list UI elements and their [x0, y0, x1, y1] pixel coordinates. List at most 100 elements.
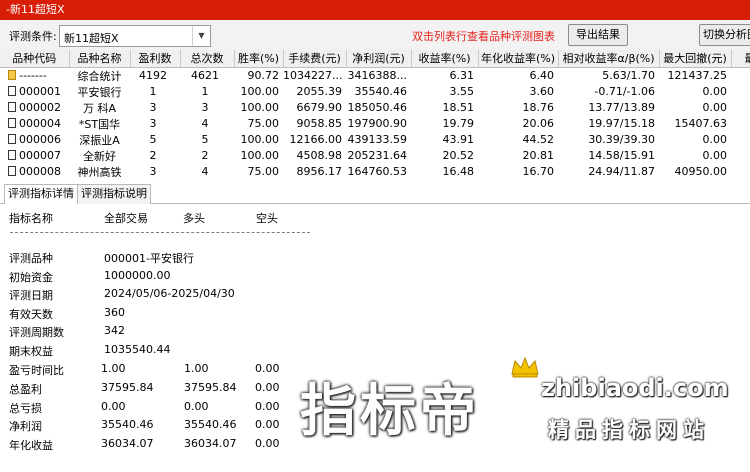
header-long: 多头 [183, 212, 205, 225]
tab-metric-details[interactable]: 评测指标详情 [4, 184, 78, 205]
col-header[interactable]: 最大回撤(元) [659, 50, 732, 68]
table-cell-ret: 3.55 [449, 85, 475, 98]
metric-label: 净利润 [9, 420, 42, 434]
table-cell-total: 3 [201, 101, 209, 114]
table-cell-code: ------- [0, 67, 69, 84]
col-header[interactable]: 净利润(元) [346, 50, 412, 68]
metric-all-value: 0.00 [101, 399, 126, 413]
table-cell-annual: 20.81 [522, 149, 555, 162]
table-cell-win: 2 [149, 149, 157, 162]
table-cell-dd: 0.00 [702, 85, 728, 98]
info-value: 360 [104, 305, 125, 319]
stock-code: 000008 [19, 165, 61, 177]
col-header[interactable]: 相对收益率α/β(%) [558, 50, 660, 68]
table-cell-extra [731, 67, 750, 84]
table-row[interactable]: 000006 深振业A 5 5 100.00 12166.00 439133.59 43.91… [0, 132, 750, 148]
metric-short-value: 0.00 [255, 437, 280, 451]
results-table: 品种代码 品种名称 盈利数 总次数 胜率(%) 手续费(元) 净利润(元) 收益… [0, 50, 750, 177]
table-cell-name: *ST国华 [78, 117, 121, 131]
info-value: 2024/05/06-2025/04/30 [104, 287, 235, 301]
col-header[interactable]: 品种代码 [0, 50, 70, 68]
table-cell-rel: 24.94/11.87 [588, 165, 655, 177]
table-row[interactable]: 000007 全新好 2 2 100.00 4508.98 205231.64 20.52 20… [0, 148, 750, 164]
table-cell-profit: 35540.46 [354, 85, 408, 98]
summary-icon [8, 70, 16, 80]
table-cell-fee: 8956.17 [296, 165, 343, 177]
toolbar: 评测条件: 新11超短X ▼ 双击列表行查看品种评测图表 导出结果 切换分析图 [0, 20, 750, 50]
condition-select[interactable]: 新11超短X ▼ [59, 25, 211, 47]
table-cell-win: 5 [149, 133, 157, 146]
table-cell-rate: 75.00 [247, 165, 280, 177]
table-cell-fee: 9058.85 [296, 117, 343, 130]
table-cell-profit: 3416388... [347, 69, 407, 82]
metric-short-value: 0.00 [255, 399, 280, 413]
metric-long-value: 1.00 [184, 362, 209, 375]
table-cell-name: 综合统计 [77, 69, 122, 83]
info-label: 期末权益 [9, 345, 53, 358]
table-cell-dd: 0.00 [702, 101, 728, 114]
condition-label: 评测条件: [9, 30, 57, 43]
table-cell-ret: 16.48 [442, 165, 475, 177]
col-header[interactable]: 总次数 [180, 50, 235, 68]
table-cell-dd: 0.00 [702, 149, 728, 162]
table-cell-code: 000008 [0, 164, 69, 177]
table-cell-win: 1 [149, 85, 157, 98]
table-row[interactable]: 000004 *ST国华 3 4 75.00 9058.85 197900.90 19.79 2… [0, 116, 750, 132]
table-cell-extra [731, 164, 750, 178]
info-label: 评测品种 [9, 252, 53, 265]
table-cell-code: 000004 [0, 116, 69, 132]
metric-label: 总盈利 [9, 382, 42, 396]
table-row[interactable]: 000001 平安银行 1 1 100.00 2055.39 35540.46 3.55 3.6… [0, 84, 750, 100]
table-row[interactable]: 000002 万 科A 3 3 100.00 6679.90 185050.46 18.51 1… [0, 100, 750, 116]
metric-long-value: 36034.07 [184, 437, 237, 451]
double-click-hint: 双击列表行查看品种评测图表 [412, 30, 555, 43]
table-cell-ret: 43.91 [442, 133, 475, 146]
table-cell-rate: 100.00 [240, 133, 280, 146]
export-button[interactable]: 导出结果 [568, 24, 628, 46]
tab-metric-description[interactable]: 评测指标说明 [77, 184, 151, 204]
col-header[interactable]: 最大 [731, 50, 750, 68]
table-cell-profit: 185050.46 [347, 101, 408, 114]
col-header[interactable]: 年化收益率(%) [478, 50, 559, 68]
info-value: 1000000.00 [104, 268, 171, 282]
table-cell-dd: 121437.25 [667, 69, 728, 82]
stock-code: 000007 [19, 149, 61, 162]
metric-all-value: 36034.07 [101, 437, 154, 451]
switch-chart-button[interactable]: 切换分析图 [699, 24, 750, 46]
stock-code: 000001 [19, 85, 61, 98]
table-cell-rate: 100.00 [240, 85, 280, 98]
metric-label: 总亏损 [9, 401, 42, 415]
metric-label: 年化收益 [9, 439, 53, 453]
table-cell-rel: 30.39/39.30 [588, 133, 655, 146]
chevron-down-icon[interactable]: ▼ [192, 26, 210, 46]
table-cell-total: 2 [201, 149, 209, 162]
table-cell-total: 1 [201, 85, 209, 98]
table-cell-code: 000001 [0, 84, 69, 100]
condition-value: 新11超短X [64, 32, 119, 45]
info-label: 有效天数 [9, 307, 53, 321]
col-header[interactable]: 收益率(%) [411, 50, 479, 68]
table-cell-total: 4621 [191, 69, 219, 82]
col-header[interactable]: 胜率(%) [234, 50, 284, 68]
tab-bar: 评测指标详情 评测指标说明 [0, 180, 750, 205]
table-cell-rate: 100.00 [240, 149, 280, 162]
table-cell-annual: 18.76 [522, 101, 555, 114]
table-cell-annual: 3.60 [529, 85, 555, 98]
table-cell-ret: 18.51 [442, 101, 475, 114]
table-cell-profit: 439133.59 [347, 133, 408, 146]
table-cell-annual: 6.40 [529, 69, 555, 82]
stock-code: 000006 [19, 133, 61, 146]
col-header[interactable]: 手续费(元) [283, 50, 347, 68]
table-cell-name: 平安银行 [77, 85, 122, 99]
table-cell-win: 3 [149, 101, 157, 114]
table-cell-win: 3 [149, 117, 157, 130]
table-cell-rel: 5.63/1.70 [602, 69, 655, 82]
table-row[interactable]: 000008 神州高铁 3 4 75.00 8956.17 164760.53 16.48 16… [0, 164, 750, 178]
table-cell-total: 5 [201, 133, 209, 146]
col-header[interactable]: 盈利数 [130, 50, 181, 68]
col-header[interactable]: 品种名称 [69, 50, 131, 68]
table-cell-rate: 75.00 [247, 117, 280, 130]
table-cell-code: 000006 [0, 132, 69, 148]
document-icon [8, 102, 16, 112]
table-row[interactable]: ------- 综合统计 4192 4621 90.72 1034227... 341638… [0, 67, 750, 84]
